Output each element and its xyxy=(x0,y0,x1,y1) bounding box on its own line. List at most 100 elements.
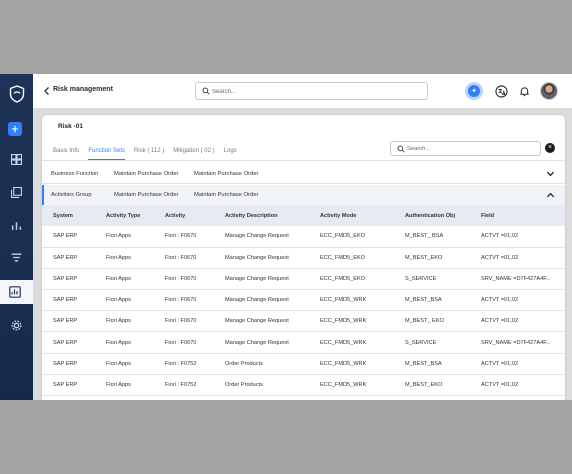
table-cell: SAP ERP xyxy=(42,331,95,354)
table-cell: SAP ERP xyxy=(42,374,95,397)
table-cell: Fiori Apps xyxy=(95,247,154,269)
table-cell: ECC_FMD5_WRK xyxy=(309,374,394,397)
filter-icon xyxy=(11,253,21,261)
page-title: Risk management xyxy=(53,86,113,93)
table-cell: ACTVT =01,02 xyxy=(470,289,565,312)
table-cell: SRV_NAME =D7F427A4F... xyxy=(470,331,565,354)
business-function-row[interactable]: Business Function Maintain Purchase Orde… xyxy=(42,164,565,184)
search-icon xyxy=(397,145,405,153)
table-cell: Fiori Apps xyxy=(95,353,154,375)
table-row[interactable]: SAP ERP Fiori Apps Fiori : F0670 Manage Cha… xyxy=(42,268,565,291)
settings-icon xyxy=(10,319,22,331)
column-header[interactable]: Activity xyxy=(154,205,214,226)
activities-group-row[interactable]: Activities Group Maintain Purchase Order… xyxy=(42,185,565,205)
table-cell: Fiori : F0670 xyxy=(154,268,214,291)
table-cell: Fiori : F0670 xyxy=(154,331,214,354)
column-header[interactable]: Activity Description xyxy=(214,205,309,226)
tab-mitigation[interactable]: Mitigation ( 02 ) xyxy=(173,148,214,160)
sidebar-item-settings[interactable] xyxy=(7,316,25,334)
table-cell: M_BEST_EKO xyxy=(394,247,470,269)
table-row[interactable]: SAP ERP Fiori Apps Fiori : F0752 Order Prod… xyxy=(42,353,565,375)
app-window: Risk management ✦ Risk -01 × Basic Info … xyxy=(0,74,572,400)
back-arrow-icon[interactable] xyxy=(43,86,51,96)
table-row[interactable]: SAP ERP Fiori Apps Fiori : F0670 Manage Cha… xyxy=(42,289,565,312)
activities-table: System Activity Type Activity Activity D… xyxy=(42,205,565,397)
table-cell: Fiori : F0670 xyxy=(154,226,214,248)
close-icon[interactable]: × xyxy=(545,143,555,153)
translate-button[interactable] xyxy=(492,82,510,100)
bell-icon xyxy=(519,86,529,96)
table-cell: Fiori : F0670 xyxy=(154,289,214,312)
table-cell: ECC_FMD5_WRK xyxy=(309,353,394,375)
card-title: Risk -01 xyxy=(58,123,83,130)
column-header[interactable]: System xyxy=(42,205,95,226)
table-cell: ACTVT =01,02 xyxy=(470,374,565,397)
table-cell: ECC_FMD5_EKO xyxy=(309,247,394,269)
table-cell: M_BEST_BSA xyxy=(394,289,470,312)
tab-risk[interactable]: Risk ( 112 ) xyxy=(134,148,164,160)
sidebar-item-dashboard[interactable] xyxy=(7,150,25,168)
global-search[interactable] xyxy=(195,82,428,100)
table-cell: Order Products xyxy=(214,353,309,375)
notifications-button[interactable] xyxy=(515,82,533,100)
table-cell: Fiori Apps xyxy=(95,331,154,354)
function-search-input[interactable] xyxy=(407,143,537,154)
sidebar-item-risk-management[interactable] xyxy=(0,280,33,304)
chevron-down-icon[interactable] xyxy=(546,170,555,178)
table-cell: Fiori : F0752 xyxy=(154,353,214,375)
sidebar-item-documents[interactable] xyxy=(7,183,25,201)
column-header[interactable]: Activity Type xyxy=(95,205,154,226)
table-cell: ACTVT =01,02 xyxy=(470,247,565,269)
column-header[interactable]: Activity Mode xyxy=(309,205,394,226)
column-header[interactable]: Authentication Obj xyxy=(394,205,470,226)
tab-basic-info[interactable]: Basic Info xyxy=(53,148,79,160)
bar-chart-icon xyxy=(11,221,21,230)
table-row[interactable]: SAP ERP Fiori Apps Fiori : F0670 Manage Cha… xyxy=(42,226,565,248)
column-header[interactable]: Field xyxy=(470,205,565,226)
table-cell: SAP ERP xyxy=(42,226,95,248)
shield-logo-icon xyxy=(9,85,25,103)
sidebar-item-rules[interactable] xyxy=(7,248,25,266)
sidebar-item-reports[interactable] xyxy=(7,216,25,234)
add-button[interactable] xyxy=(8,122,22,136)
group-label: Activities Group xyxy=(51,192,92,198)
assistant-button[interactable]: ✦ xyxy=(465,82,483,100)
table-row[interactable]: SAP ERP Fiori Apps Fiori : F0670 Manage Cha… xyxy=(42,331,565,354)
table-row[interactable]: SAP ERP Fiori Apps Fiori : F0670 Manage Cha… xyxy=(42,247,565,269)
table-row[interactable]: SAP ERP Fiori Apps Fiori : F0670 Manage Cha… xyxy=(42,310,565,333)
table-cell: SAP ERP xyxy=(42,310,95,333)
table-cell: Order Products xyxy=(214,374,309,397)
global-search-input[interactable] xyxy=(212,85,422,98)
table-cell: Fiori : F0670 xyxy=(154,247,214,269)
tab-bar: Basic Info Function Sets Risk ( 112 ) Mi… xyxy=(53,148,246,160)
table-cell: ECC_FMD5_WRK xyxy=(309,289,394,312)
copy-icon xyxy=(10,186,22,198)
table-cell: S_SERVICE xyxy=(394,268,470,291)
group-value: Maintain Purchase Order xyxy=(114,171,179,177)
group-value: Maintain Purchase Order xyxy=(194,171,259,177)
chevron-up-icon[interactable] xyxy=(546,191,555,199)
table-cell: Fiori : F0670 xyxy=(154,310,214,333)
table-cell: Manage Change Request xyxy=(214,289,309,312)
table-cell: SAP ERP xyxy=(42,247,95,269)
user-avatar[interactable] xyxy=(540,82,558,100)
tab-function-sets[interactable]: Function Sets xyxy=(88,148,126,160)
top-header: Risk management ✦ xyxy=(33,74,572,108)
function-search[interactable] xyxy=(390,141,541,156)
tab-logs[interactable]: Logs xyxy=(224,148,237,160)
table-cell: ACTVT =01,02 xyxy=(470,226,565,248)
add-icon xyxy=(11,125,19,133)
table-cell: ECC_FMD5_WRK xyxy=(309,331,394,354)
table-cell: Manage Change Request xyxy=(214,226,309,248)
table-cell: ECC_FMD5_EKO xyxy=(309,268,394,291)
table-cell: ACTVT =01,02 xyxy=(470,353,565,375)
table-cell: SRV_NAME =D7F427A4F... xyxy=(470,268,565,291)
search-icon xyxy=(202,87,210,95)
table-cell: Fiori Apps xyxy=(95,374,154,397)
table-cell: SAP ERP xyxy=(42,353,95,375)
table-cell: ECC_FMD5_WRK xyxy=(309,310,394,333)
table-cell: ACTVT =01,02 xyxy=(470,310,565,333)
table-row[interactable]: SAP ERP Fiori Apps Fiori : F0752 Order Prod… xyxy=(42,374,565,397)
table-cell: ECC_FMD5_EKO xyxy=(309,226,394,248)
table-header-row: System Activity Type Activity Activity D… xyxy=(42,205,565,226)
